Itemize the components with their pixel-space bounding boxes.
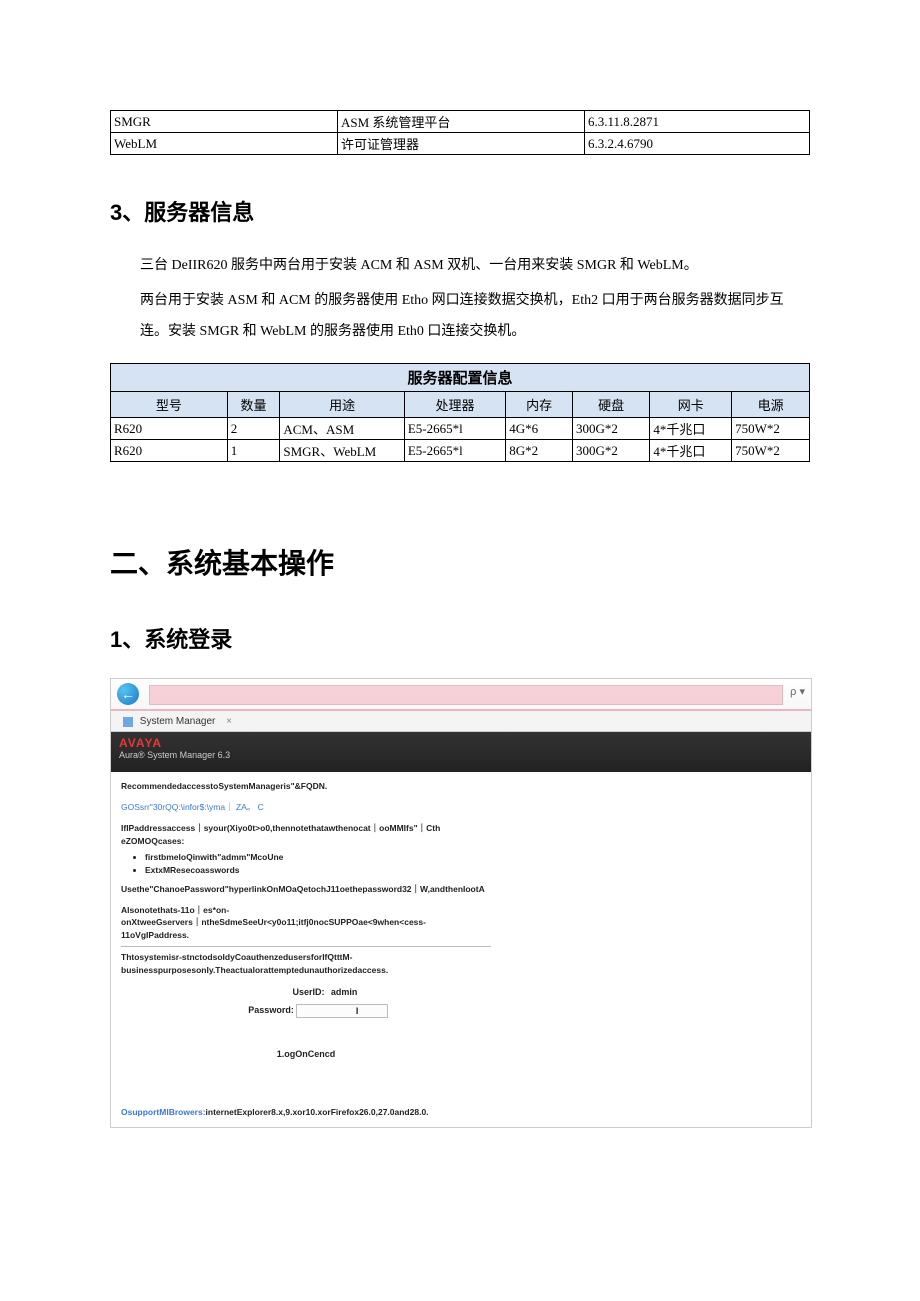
login-list-item: ExtxMResecoasswords bbox=[145, 864, 491, 877]
col-model: 型号 bbox=[111, 392, 228, 418]
cell: SMGR、WebLM bbox=[280, 440, 404, 462]
cell: R620 bbox=[111, 418, 228, 440]
heading-system-login: 1、系统登录 bbox=[110, 622, 810, 654]
table-header-row: 型号 数量 用途 处理器 内存 硬盘 网卡 电源 bbox=[111, 392, 810, 418]
back-button[interactable]: ← bbox=[117, 683, 139, 705]
login-text: IfIPaddressaccess｜syour(Xiyo0t>o0,thenno… bbox=[121, 822, 491, 835]
login-link[interactable]: GOSsrr"30rQQ:\infor$:\yma｜ ZA。 C bbox=[121, 801, 491, 814]
app-header: AVAYA Aura® System Manager 6.3 bbox=[111, 732, 811, 772]
login-text: Alsonotethats-11o｜es*on- bbox=[121, 904, 491, 917]
col-mem: 内存 bbox=[506, 392, 573, 418]
login-text: RecommendedaccesstoSystemManageris"&FQDN… bbox=[121, 780, 491, 793]
login-footer: OsupportMIBrowers:internetExplorer8.x,9.… bbox=[111, 1067, 811, 1127]
cell-version: 6.3.11.8.2871 bbox=[585, 111, 810, 133]
browser-toolbar: ← ρ ▾ bbox=[111, 679, 811, 711]
globe-icon bbox=[123, 717, 133, 727]
cell: 4*千兆口 bbox=[650, 418, 732, 440]
cell: 750W*2 bbox=[732, 440, 810, 462]
cell-version: 6.3.2.4.6790 bbox=[585, 133, 810, 155]
password-label: Password: bbox=[224, 1004, 294, 1018]
paragraph: 三台 DeIIR620 服务中两台用于安装 ACM 和 ASM 双机、一台用来安… bbox=[110, 251, 810, 282]
col-power: 电源 bbox=[732, 392, 810, 418]
address-bar[interactable] bbox=[149, 685, 783, 705]
cell: E5-2665*l bbox=[404, 418, 505, 440]
table-row: R620 2 ACM、ASM E5-2665*l 4G*6 300G*2 4*千… bbox=[111, 418, 810, 440]
cell: 1 bbox=[227, 440, 280, 462]
cell: 750W*2 bbox=[732, 418, 810, 440]
userid-label: UserID: bbox=[255, 986, 325, 1000]
table-row: WebLM 许可证管理器 6.3.2.4.6790 bbox=[111, 133, 810, 155]
login-screenshot: ← ρ ▾ System Manager × AVAYA Aura® Syste… bbox=[110, 678, 812, 1128]
browser-tab[interactable]: System Manager × bbox=[117, 714, 242, 729]
cell-name: SMGR bbox=[111, 111, 338, 133]
server-config-table: 服务器配置信息 型号 数量 用途 处理器 内存 硬盘 网卡 电源 R620 2 … bbox=[110, 363, 810, 462]
cell: 300G*2 bbox=[573, 418, 650, 440]
cell: E5-2665*l bbox=[404, 440, 505, 462]
cell: 300G*2 bbox=[573, 440, 650, 462]
col-cpu: 处理器 bbox=[404, 392, 505, 418]
paragraph: 两台用于安装 ASM 和 ACM 的服务器使用 Etho 网口连接数据交换机，E… bbox=[110, 286, 810, 348]
app-subtitle: Aura® System Manager 6.3 bbox=[119, 750, 803, 760]
col-nic: 网卡 bbox=[650, 392, 732, 418]
footer-link: OsupportMIBrowers: bbox=[121, 1107, 206, 1117]
col-usage: 用途 bbox=[280, 392, 404, 418]
cell-desc: 许可证管理器 bbox=[338, 133, 585, 155]
heading-server-info: 3、服务器信息 bbox=[110, 195, 810, 227]
cell-desc: ASM 系统管理平台 bbox=[338, 111, 585, 133]
login-text: Usethe"ChanoePassword"hyperlinkOnMOaQeto… bbox=[121, 883, 491, 896]
table-title-row: 服务器配置信息 bbox=[111, 364, 810, 392]
login-list-item: firstbmeloQinwith"admm"McoUne bbox=[145, 851, 491, 864]
table-row: R620 1 SMGR、WebLM E5-2665*l 8G*2 300G*2 … bbox=[111, 440, 810, 462]
close-icon[interactable]: × bbox=[226, 716, 232, 727]
search-icon: ρ ▾ bbox=[790, 685, 805, 698]
password-input[interactable]: I bbox=[296, 1004, 388, 1018]
cell: 2 bbox=[227, 418, 280, 440]
tab-label: System Manager bbox=[140, 716, 216, 727]
footer-text: internetExplorer8.x,9.xor10.xorFirefox26… bbox=[206, 1107, 429, 1117]
login-text: Thtosystemisr-stnctodsoIdyCoauthenzeduse… bbox=[121, 951, 491, 977]
cell: R620 bbox=[111, 440, 228, 462]
col-qty: 数量 bbox=[227, 392, 280, 418]
chapter-heading: 二、系统基本操作 bbox=[110, 542, 810, 582]
userid-value: admin bbox=[331, 987, 358, 997]
avaya-logo: AVAYA bbox=[119, 736, 803, 750]
arrow-left-icon: ← bbox=[121, 686, 135, 702]
logon-button[interactable]: 1.ogOnCencd bbox=[277, 1048, 336, 1062]
cell: 4*千兆口 bbox=[650, 440, 732, 462]
browser-tab-row: System Manager × bbox=[111, 711, 811, 732]
login-text: onXtweeGservers｜ntheSdmeSeeUr<y0o11;itfj… bbox=[121, 916, 491, 942]
cell: 4G*6 bbox=[506, 418, 573, 440]
col-disk: 硬盘 bbox=[573, 392, 650, 418]
cell-name: WebLM bbox=[111, 133, 338, 155]
software-version-table: SMGR ASM 系统管理平台 6.3.11.8.2871 WebLM 许可证管… bbox=[110, 110, 810, 155]
password-value: I bbox=[356, 1006, 359, 1016]
cell: 8G*2 bbox=[506, 440, 573, 462]
table-row: SMGR ASM 系统管理平台 6.3.11.8.2871 bbox=[111, 111, 810, 133]
cell: ACM、ASM bbox=[280, 418, 404, 440]
login-text: eZOMOQcases: bbox=[121, 835, 491, 848]
table-title: 服务器配置信息 bbox=[111, 364, 810, 392]
